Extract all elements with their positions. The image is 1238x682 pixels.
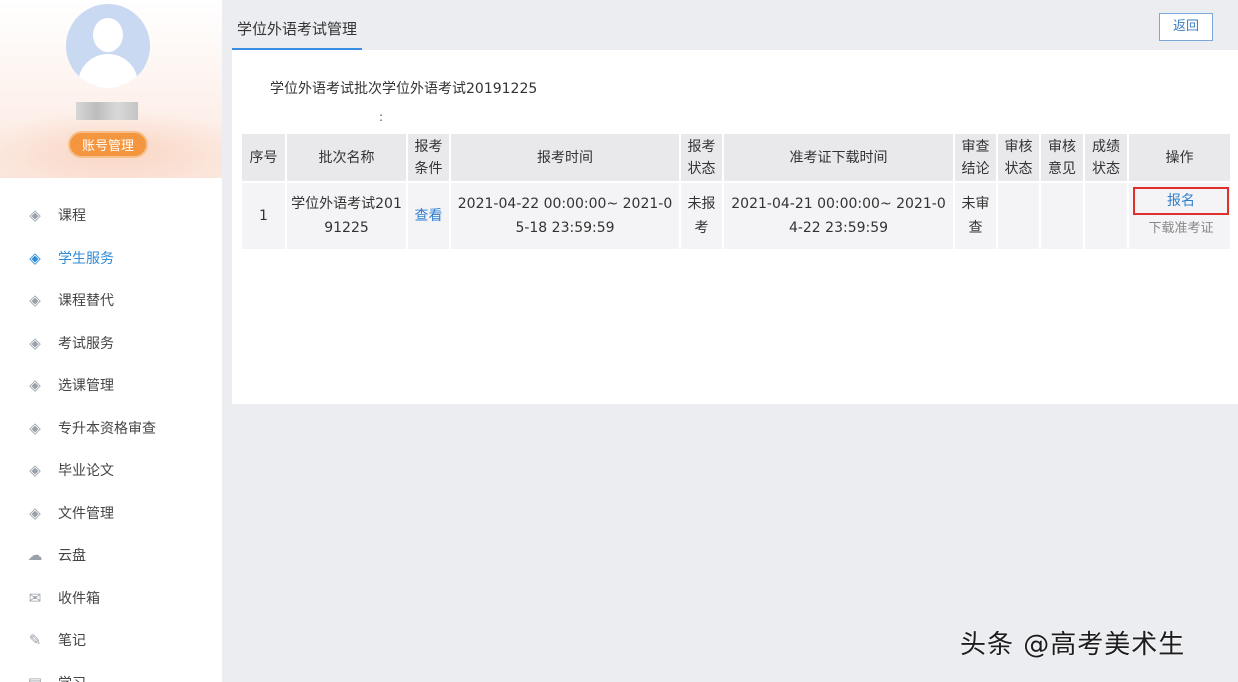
avatar-head-shape [93, 18, 123, 52]
cell-condition: 查看 [407, 181, 451, 249]
sidebar-item-label: 课程 [58, 208, 86, 225]
avatar-body-shape [78, 54, 138, 88]
graduation-cap-icon: ◈ [29, 376, 41, 395]
signup-link[interactable]: 报名 [1133, 187, 1229, 215]
download-ticket-link[interactable]: 下载准考证 [1129, 217, 1233, 241]
sidebar-item-upgrade-review[interactable]: ◈ 专升本资格审查 [0, 407, 222, 450]
profile-card: 账号管理 [0, 0, 222, 178]
back-button[interactable]: 返回 [1159, 13, 1213, 41]
column-header: 审查结论 [954, 134, 998, 182]
view-condition-link[interactable]: 查看 [415, 208, 443, 224]
column-header: 序号 [242, 134, 287, 182]
account-manage-button[interactable]: 账号管理 [68, 131, 148, 158]
sidebar-item-label: 学生服务 [58, 250, 114, 267]
main-panel: 学位外语考试批次学位外语考试20191225 : 序号 批次名称 报考条件 报考… [232, 50, 1238, 404]
cell-score-status [1084, 181, 1129, 249]
content-header: 学位外语考试管理 返回 [222, 0, 1238, 50]
tab-degree-exam-manage[interactable]: 学位外语考试管理 [232, 8, 363, 50]
sidebar-item-course-selection[interactable]: ◈ 选课管理 [0, 364, 222, 407]
cell-operations: 报名 下载准考证 [1128, 181, 1232, 249]
column-header: 报考状态 [680, 134, 724, 182]
operations-group: 报名 下载准考证 [1129, 185, 1230, 247]
sidebar-item-label: 学习 [58, 673, 86, 682]
book-icon: ▤ [26, 674, 44, 682]
cell-audit-status [997, 181, 1041, 249]
sidebar-item-exam-service[interactable]: ◈ 考试服务 [0, 322, 222, 365]
inbox-icon: ✉ [28, 588, 42, 607]
sidebar-item-label: 笔记 [58, 633, 86, 650]
sidebar-nav: ◈ 课程 ◈ 学生服务 ◈ 课程替代 ◈ 考试服务 ◈ 选课管理 ◈ 专升本资格… [0, 194, 222, 682]
graduation-cap-icon: ◈ [29, 333, 41, 352]
colon-mark: : [379, 110, 384, 124]
column-header: 批次名称 [286, 134, 408, 182]
column-header: 准考证下载时间 [723, 134, 955, 182]
sidebar: 账号管理 ◈ 课程 ◈ 学生服务 ◈ 课程替代 ◈ 考试服务 ◈ 选课管理 ◈ … [0, 0, 222, 682]
sidebar-item-inbox[interactable]: ✉ 收件箱 [0, 577, 222, 620]
cell-review-result: 未审查 [954, 181, 998, 249]
sidebar-item-label: 收件箱 [58, 590, 100, 607]
sidebar-item-label: 专升本资格审查 [58, 420, 156, 437]
sidebar-item-file-manage[interactable]: ◈ 文件管理 [0, 492, 222, 535]
cell-ticket-time: 2021-04-21 00:00:00~ 2021-04-22 23:59:59 [723, 181, 955, 249]
sidebar-item-thesis[interactable]: ◈ 毕业论文 [0, 449, 222, 492]
batch-info-text: 学位外语考试批次学位外语考试20191225 [270, 81, 538, 97]
cloud-icon: ☁ [27, 546, 43, 565]
table-row: 1 学位外语考试20191225 查看 2021-04-22 00:00:00~… [242, 181, 1232, 249]
cell-audit-opinion [1040, 181, 1085, 249]
column-header: 审核状态 [997, 134, 1041, 182]
column-header: 报考条件 [407, 134, 451, 182]
graduation-cap-icon: ◈ [29, 248, 41, 267]
sidebar-item-student-service[interactable]: ◈ 学生服务 [0, 237, 222, 280]
sidebar-item-label: 文件管理 [58, 505, 114, 522]
column-header: 报考时间 [450, 134, 681, 182]
watermark-text: 头条 @高考美术生 [960, 630, 1186, 660]
column-header: 操作 [1128, 134, 1232, 182]
sidebar-item-label: 课程替代 [58, 293, 114, 310]
sidebar-item-cloud[interactable]: ☁ 云盘 [0, 534, 222, 577]
sidebar-item-label: 选课管理 [58, 378, 114, 395]
graduation-cap-icon: ◈ [29, 206, 41, 225]
cell-batch-name: 学位外语考试20191225 [286, 181, 408, 249]
sidebar-item-study[interactable]: ▤ 学习 [0, 662, 222, 682]
column-header: 成绩状态 [1084, 134, 1129, 182]
exam-batch-table: 序号 批次名称 报考条件 报考时间 报考状态 准考证下载时间 审查结论 审核状态… [242, 134, 1232, 249]
username-redacted [76, 102, 138, 120]
sidebar-item-label: 云盘 [58, 548, 86, 565]
sidebar-item-course-substitution[interactable]: ◈ 课程替代 [0, 279, 222, 322]
sidebar-item-label: 毕业论文 [58, 463, 114, 480]
sidebar-item-course[interactable]: ◈ 课程 [0, 194, 222, 237]
column-header: 审核意见 [1040, 134, 1085, 182]
cell-index: 1 [242, 181, 287, 249]
table-header-row: 序号 批次名称 报考条件 报考时间 报考状态 准考证下载时间 审查结论 审核状态… [242, 134, 1232, 182]
sidebar-item-notes[interactable]: ✎ 笔记 [0, 619, 222, 662]
note-icon: ✎ [28, 631, 42, 650]
graduation-cap-icon: ◈ [29, 418, 41, 437]
graduation-cap-icon: ◈ [29, 503, 41, 522]
cell-apply-time: 2021-04-22 00:00:00~ 2021-05-18 23:59:59 [450, 181, 681, 249]
graduation-cap-icon: ◈ [29, 291, 41, 310]
avatar[interactable] [66, 4, 150, 88]
graduation-cap-icon: ◈ [29, 461, 41, 480]
sidebar-item-label: 考试服务 [58, 335, 114, 352]
cell-apply-status: 未报考 [680, 181, 724, 249]
